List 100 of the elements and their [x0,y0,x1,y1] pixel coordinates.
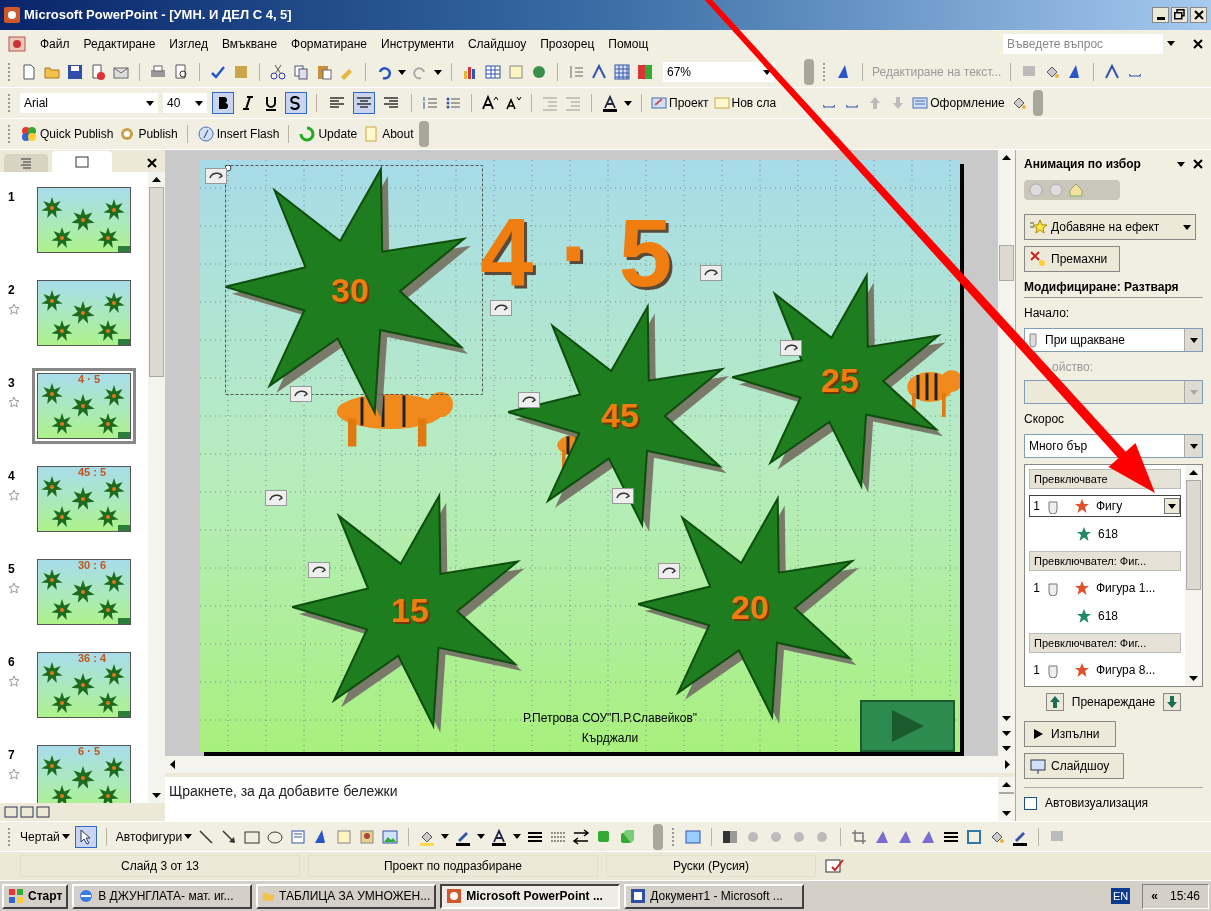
caret-icon[interactable] [195,99,203,107]
trigger-icon[interactable] [308,562,330,578]
scroll-up-icon[interactable] [1189,470,1198,475]
caret-icon[interactable] [513,833,522,840]
arrow-style-icon[interactable] [572,827,591,846]
scroll-up-icon[interactable] [152,177,161,182]
move-up-icon[interactable] [1045,693,1064,711]
caret-icon[interactable] [398,68,406,76]
dropdown-button[interactable] [1184,435,1202,457]
animation-list[interactable]: Превключвате 1 Фигу 618 Превключвател: Фиг... 1 Фигура 1... 618 Превключвател: Фиг... 1 Фигура 8... [1024,464,1203,687]
textbox-icon[interactable] [289,827,308,846]
font-dropdown[interactable]: Arial [20,93,158,113]
next-slide-icon[interactable] [1002,746,1011,751]
design-button[interactable]: Проект [651,94,709,112]
autoshapes-menu-button[interactable]: Автофигури [115,827,193,846]
grid-icon[interactable] [613,63,631,81]
copy-icon[interactable] [292,63,310,81]
close-icon[interactable] [147,158,157,168]
zoom-dropdown[interactable]: 67% [663,62,775,82]
globe-icon[interactable] [530,63,548,81]
remove-button[interactable]: Премахни [1024,246,1120,272]
print-preview-icon[interactable] [172,63,190,81]
restore-button[interactable] [1171,7,1188,23]
menu-item[interactable]: Помощ [608,34,649,53]
increase-font-icon[interactable] [481,94,499,112]
insert-flash-button[interactable]: Insert Flash [196,125,280,143]
font-color-icon[interactable] [601,94,619,112]
dropdown-button[interactable] [1184,329,1202,351]
animation-item[interactable]: 1 Фигура 8... [1029,659,1181,681]
language-indicator[interactable]: EN [1111,887,1131,905]
save-icon[interactable] [66,63,84,81]
trigger-icon[interactable] [290,386,312,402]
scrollbar-thumb[interactable] [1186,480,1201,590]
normal-view-icon[interactable] [4,805,18,819]
animation-item[interactable]: 1 Фигу [1029,495,1181,517]
scroll-up-icon[interactable] [1002,155,1011,160]
slideshow-icon[interactable] [36,805,50,819]
start-button[interactable]: Старт [2,883,69,909]
outline-tab[interactable] [4,154,48,172]
font-color-icon[interactable] [490,827,509,846]
minimize-button[interactable] [1152,7,1169,23]
document-icon[interactable] [8,34,26,53]
menu-item[interactable]: Форматиране [291,34,368,53]
animation-item[interactable]: 618 [1029,605,1181,627]
permission-icon[interactable] [89,63,107,81]
item-menu-button[interactable] [1164,498,1180,514]
about-button[interactable]: About [362,125,414,143]
trigger-icon[interactable] [490,300,512,316]
new-document-icon[interactable] [20,63,38,81]
caret-icon[interactable] [146,99,154,107]
align-center-button[interactable] [353,92,375,114]
paste-icon[interactable] [315,63,333,81]
trigger-icon[interactable] [780,340,802,356]
notes-field[interactable]: Щракнете, за да добавите бележки [165,777,998,821]
scroll-down-icon[interactable] [1189,676,1198,681]
animation-star-icon[interactable] [8,582,20,594]
speed-dropdown[interactable]: Много бър [1024,434,1203,458]
picture-icon[interactable] [381,827,400,846]
start-dropdown[interactable]: При щракване [1024,328,1203,352]
show-hidden-icons-button[interactable]: « [1151,887,1158,905]
previous-slide-icon[interactable] [1002,731,1011,736]
animation-star-icon[interactable] [8,675,20,687]
caret-icon[interactable] [624,99,632,107]
spelling-status-icon[interactable] [824,857,846,875]
animation-item[interactable]: 1 Фигура 1... [1029,577,1181,599]
slides-tab[interactable] [52,151,112,172]
caret-icon[interactable] [434,68,442,76]
menu-item[interactable]: Файл [40,34,70,53]
slide-sorter-icon[interactable] [20,805,34,819]
crop-icon[interactable] [850,827,869,846]
scroll-left-icon[interactable] [170,760,175,769]
scroll-down-icon[interactable] [1002,811,1011,816]
close-icon[interactable] [1193,159,1203,169]
new-slide-button[interactable]: Нов сла [713,94,777,112]
select-objects-button[interactable] [74,825,97,848]
trigger-icon[interactable] [658,563,680,579]
add-effect-button[interactable]: Добавяне на ефект [1024,214,1196,240]
cut-icon[interactable] [269,63,287,81]
trigger-icon[interactable] [518,392,540,408]
letter-a-icon[interactable] [1103,63,1122,81]
menu-item[interactable]: Слайдшоу [467,34,527,53]
decrease-font-icon[interactable] [504,94,522,112]
shadow-button[interactable] [285,92,307,114]
layout-button[interactable]: Оформление [912,94,1005,112]
animation-star-icon[interactable] [8,768,20,780]
animation-item[interactable]: 618 [1029,523,1181,545]
taskbar-button[interactable]: Документ1 - Microsoft ... [624,883,805,909]
trigger-icon[interactable] [700,265,722,281]
animation-star-icon[interactable] [8,489,20,501]
bold-button[interactable] [212,92,234,114]
taskbar-button[interactable]: В ДЖУНГЛАТА- мат. иг... [72,883,253,909]
move-down-icon[interactable] [1163,693,1182,711]
caret-icon[interactable] [477,833,486,840]
help-search-field[interactable]: Въведете въпрос [1003,33,1163,54]
update-button[interactable]: Update [298,125,358,143]
image-icon[interactable] [684,827,703,846]
table-icon[interactable] [484,63,502,81]
slideshow-button[interactable]: Слайдшоу [1024,753,1124,779]
draw-menu-button[interactable]: Чертай [20,827,70,846]
scroll-right-icon[interactable] [1005,760,1010,769]
